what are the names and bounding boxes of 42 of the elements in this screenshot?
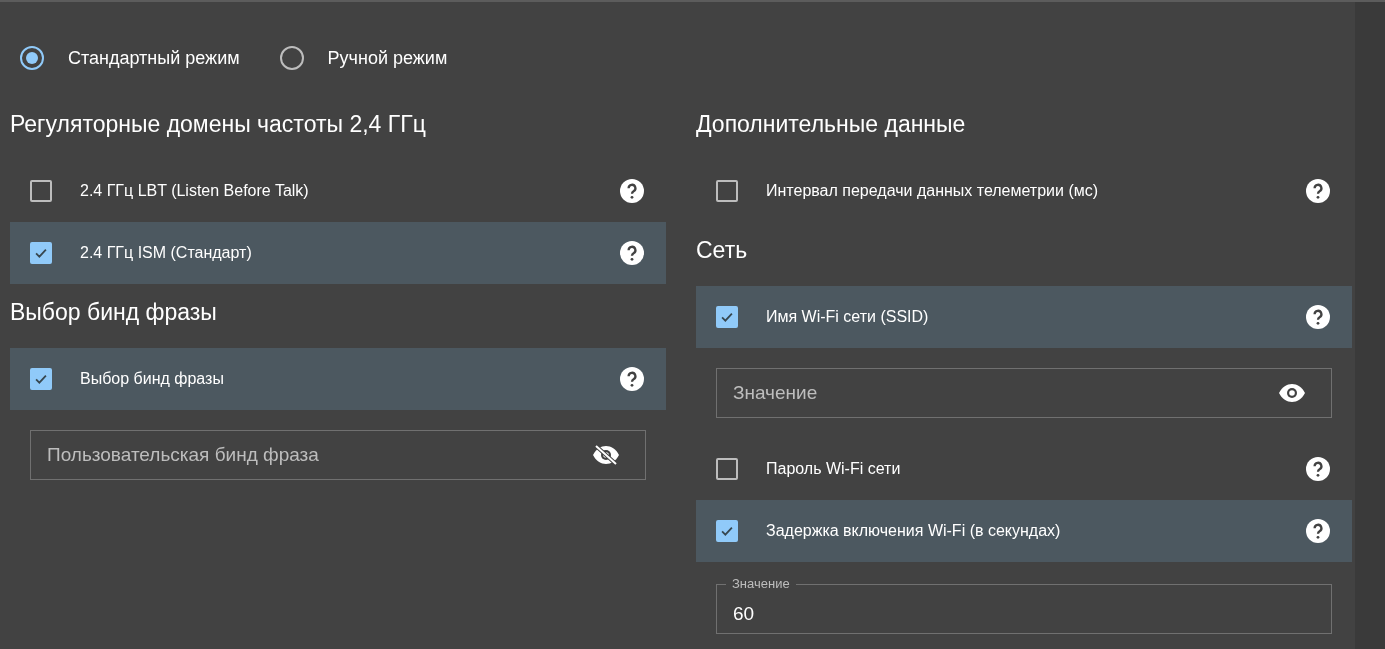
scrollbar-track[interactable] [1355, 2, 1385, 649]
option-label: Задержка включения Wi-Fi (в секундах) [766, 522, 1062, 540]
option-row[interactable]: Имя Wi-Fi сети (SSID) [696, 286, 1352, 348]
section-heading: Регуляторные домены частоты 2,4 ГГц [10, 110, 427, 139]
option-row[interactable]: Выбор бинд фразы [10, 348, 666, 410]
option-row[interactable]: 2.4 ГГц LBT (Listen Before Talk) [10, 160, 666, 222]
input-field[interactable]: Значение [716, 368, 1332, 418]
radio-label: Стандартный режим [68, 47, 240, 69]
input-field[interactable]: Пользовательская бинд фраза [30, 430, 646, 480]
option-label: Выбор бинд фразы [80, 370, 225, 388]
help-icon[interactable] [1306, 519, 1330, 543]
option-label: 2.4 ГГц ISM (Стандарт) [80, 244, 253, 262]
radio-button[interactable] [279, 46, 304, 70]
section-heading: Дополнительные данные [696, 110, 967, 139]
help-icon[interactable] [1306, 179, 1330, 203]
option-label: Пароль Wi-Fi сети [766, 460, 902, 478]
option-row[interactable]: Задержка включения Wi-Fi (в секундах) [696, 500, 1352, 562]
option-row[interactable]: Пароль Wi-Fi сети [696, 438, 1352, 500]
field-label: Значение [726, 576, 796, 591]
help-icon[interactable] [1306, 305, 1330, 329]
option-row[interactable]: 2.4 ГГц ISM (Стандарт) [10, 222, 666, 284]
checkbox[interactable] [30, 180, 52, 202]
section-heading: Выбор бинд фразы [10, 298, 218, 327]
option-row[interactable]: Интервал передачи данных телеметрии (мс) [696, 160, 1352, 222]
help-icon[interactable] [620, 367, 644, 391]
option-label: Имя Wi-Fi сети (SSID) [766, 308, 930, 326]
help-icon[interactable] [620, 241, 644, 265]
help-icon[interactable] [620, 179, 644, 203]
radio-button[interactable] [20, 46, 44, 70]
checkbox[interactable] [716, 458, 738, 480]
radio-label: Ручной режим [327, 47, 448, 69]
checkbox[interactable] [716, 306, 738, 328]
option-label: 2.4 ГГц LBT (Listen Before Talk) [80, 182, 310, 200]
checkbox[interactable] [30, 242, 52, 264]
section-heading: Сеть [696, 236, 749, 265]
checkbox[interactable] [30, 368, 52, 390]
help-icon[interactable] [1306, 457, 1330, 481]
checkbox[interactable] [716, 180, 738, 202]
checkbox[interactable] [716, 520, 738, 542]
eye-off-icon[interactable] [592, 445, 620, 465]
option-label: Интервал передачи данных телеметрии (мс) [766, 182, 1100, 200]
eye-icon[interactable] [1278, 383, 1306, 403]
